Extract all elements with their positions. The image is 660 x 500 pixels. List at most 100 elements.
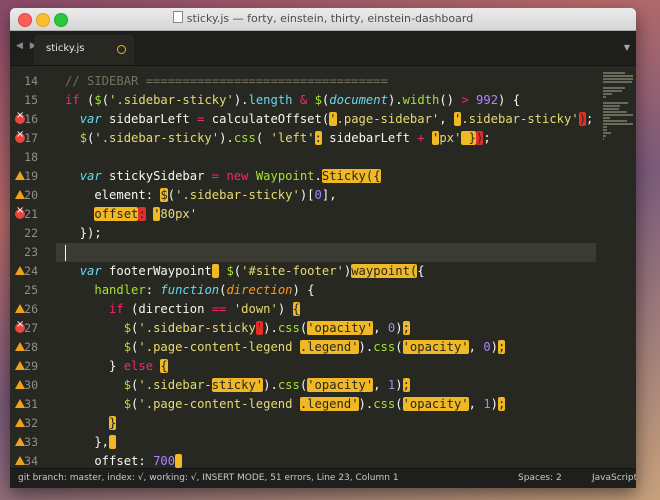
status-bar: git branch: master, index: √, working: √… xyxy=(10,468,636,488)
minimap-line xyxy=(603,96,606,98)
minimap-line xyxy=(603,93,612,95)
code-token: '#site-footer' xyxy=(241,264,344,278)
code-line[interactable]: var stickySidebar = new Waypoint.Sticky(… xyxy=(65,167,381,186)
code-line[interactable]: $('.page-content-legend .legend').css('o… xyxy=(65,395,506,414)
code-line[interactable]: } xyxy=(65,414,117,433)
lint-warning-icon[interactable] xyxy=(15,361,25,370)
lint-error-mark: : xyxy=(138,207,146,221)
code-line[interactable]: if (direction == 'down') { xyxy=(65,300,300,319)
lint-error-icon[interactable] xyxy=(15,319,25,333)
line-number: 25 xyxy=(24,283,38,297)
code-line[interactable]: var sidebarLeft = calculateOffset('.page… xyxy=(65,110,593,129)
minimap-line xyxy=(603,123,633,125)
code-line[interactable]: } else { xyxy=(65,357,168,376)
lint-warning-icon[interactable] xyxy=(15,266,25,275)
code-token: () xyxy=(439,93,462,107)
code-line[interactable]: $('.sidebar-sticky').css( 'left': sideba… xyxy=(65,129,491,148)
code-token: $ xyxy=(123,340,132,354)
code-token: ) xyxy=(490,340,498,354)
lint-warning-mark: : xyxy=(314,131,322,145)
window-title-text: sticky.js — forty, einstein, thirty, ein… xyxy=(186,12,474,25)
lint-warning-icon[interactable] xyxy=(15,437,25,446)
lint-warning-mark xyxy=(175,454,183,468)
code-line[interactable]: if ($('.sidebar-sticky').length & $(docu… xyxy=(65,91,520,110)
code-token: 0 xyxy=(314,188,322,202)
code-line[interactable]: $('.sidebar-sticky').css('opacity', 1); xyxy=(65,376,410,395)
minimap-line xyxy=(603,132,611,134)
minimap-line xyxy=(603,135,606,137)
code-token: var xyxy=(79,264,102,278)
code-line[interactable]: var footerWaypoint $('#site-footer')wayp… xyxy=(65,262,425,281)
code-token: var xyxy=(79,112,102,126)
code-token: length xyxy=(248,93,293,107)
code-line[interactable]: $('.sidebar-sticky').css('opacity', 0); xyxy=(65,319,410,338)
lint-warning-icon[interactable] xyxy=(15,418,25,427)
line-number: 14 xyxy=(24,74,38,88)
code-line[interactable]: element: $('.sidebar-sticky')[0], xyxy=(65,186,337,205)
code-token: css xyxy=(277,321,300,335)
lint-error-icon[interactable] xyxy=(15,110,25,124)
lint-warning-icon[interactable] xyxy=(15,380,25,389)
tab-sticky-js[interactable]: sticky.js xyxy=(34,35,134,65)
code-token: 1 xyxy=(483,397,491,411)
code-line[interactable]: }); xyxy=(65,224,102,243)
code-token: }, xyxy=(65,435,110,449)
code-token: ( xyxy=(395,397,403,411)
code-token: sidebarLeft xyxy=(321,131,418,145)
code-line[interactable]: $('.page-content-legend .legend').css('o… xyxy=(65,338,506,357)
lint-error-icon[interactable] xyxy=(15,129,25,143)
code-token: )[ xyxy=(299,188,315,202)
lint-warning-icon[interactable] xyxy=(15,304,25,313)
code-token: if xyxy=(65,93,80,107)
code-token: ). xyxy=(263,321,278,335)
tab-dropdown-icon[interactable]: ▼ xyxy=(624,43,630,52)
code-token: , xyxy=(439,112,454,126)
code-token: ). xyxy=(358,397,374,411)
lint-warning-icon[interactable] xyxy=(15,171,25,180)
code-line[interactable]: offset: '80px' xyxy=(65,205,197,224)
code-token: ) xyxy=(395,378,403,392)
lint-warning-icon[interactable] xyxy=(15,399,25,408)
code-line[interactable]: handler: function(direction) { xyxy=(65,281,314,300)
code-line[interactable]: // SIDEBAR =============================… xyxy=(65,72,388,91)
lint-warning-mark: ; xyxy=(498,340,506,354)
minimap-line xyxy=(603,87,625,89)
code-token: ) xyxy=(395,321,403,335)
code-token: ) { xyxy=(498,93,521,107)
code-token: '.page-content-legend xyxy=(138,397,300,411)
code-token: ). xyxy=(358,340,374,354)
code-token: ) xyxy=(277,302,293,316)
code-token: element: xyxy=(65,188,161,202)
syntax-selector[interactable]: JavaScript xyxy=(592,473,636,483)
lint-warning-mark: } xyxy=(109,416,117,430)
indentation-setting[interactable]: Spaces: 2 xyxy=(518,473,562,483)
code-token: ], xyxy=(321,188,337,202)
code-token: ) xyxy=(490,397,498,411)
unsaved-dot-icon[interactable] xyxy=(117,45,126,54)
code-token: '.sidebar- xyxy=(138,378,212,392)
minimap-line xyxy=(603,105,620,107)
code-token: 700 xyxy=(153,454,176,468)
code-token: ). xyxy=(233,93,249,107)
lint-warning-mark: $ xyxy=(160,188,168,202)
lint-warning-mark: .legend' xyxy=(299,397,359,411)
lint-warning-icon[interactable] xyxy=(15,190,25,199)
code-token: function xyxy=(160,283,220,297)
lint-error-icon[interactable] xyxy=(15,205,25,219)
lint-warning-mark: 'opacity' xyxy=(402,397,469,411)
minimap-line xyxy=(603,90,622,92)
code-line[interactable]: }, xyxy=(65,433,117,452)
line-number: 18 xyxy=(24,150,38,164)
lint-warning-icon[interactable] xyxy=(15,342,25,351)
code-editor[interactable]: 1415161718192021222324252627282930313233… xyxy=(10,66,636,487)
lint-warning-icon[interactable] xyxy=(15,456,25,465)
code-token: , xyxy=(468,340,484,354)
code-token: ( xyxy=(167,188,176,202)
minimap[interactable] xyxy=(600,66,636,468)
